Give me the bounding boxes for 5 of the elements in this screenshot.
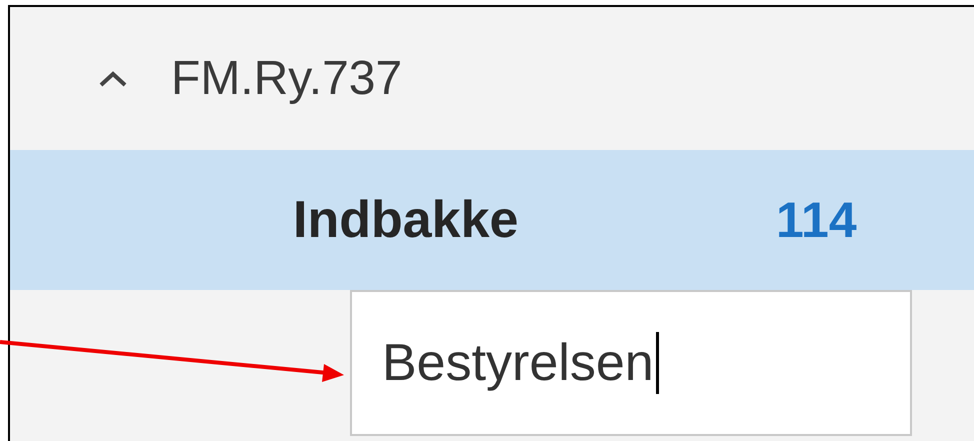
account-name[interactable]: FM.Ry.737: [171, 42, 402, 114]
unread-count: 114: [776, 190, 857, 250]
folder-item[interactable]: Indbakke 114: [10, 150, 974, 290]
folder-name: Indbakke: [293, 190, 520, 251]
input-field[interactable]: Bestyrelsen: [350, 290, 912, 436]
